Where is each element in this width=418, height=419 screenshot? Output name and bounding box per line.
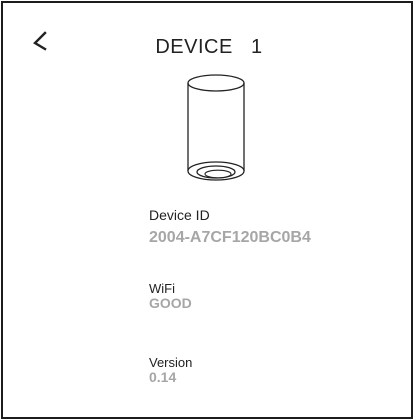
device-id-label: Device ID <box>149 207 210 223</box>
version-label: Version <box>149 355 193 370</box>
device-panel: DEVICE 1 Device ID 2004-A7CF120BC0B4 WiF… <box>1 1 413 419</box>
page-title: DEVICE 1 <box>155 36 263 58</box>
camera-device-icon <box>185 73 247 191</box>
wifi-label: WiFi <box>149 281 175 296</box>
wifi-status-value: GOOD <box>149 295 192 311</box>
device-id-value: 2004-A7CF120BC0B4 <box>149 229 311 246</box>
version-value: 0.14 <box>149 369 177 385</box>
